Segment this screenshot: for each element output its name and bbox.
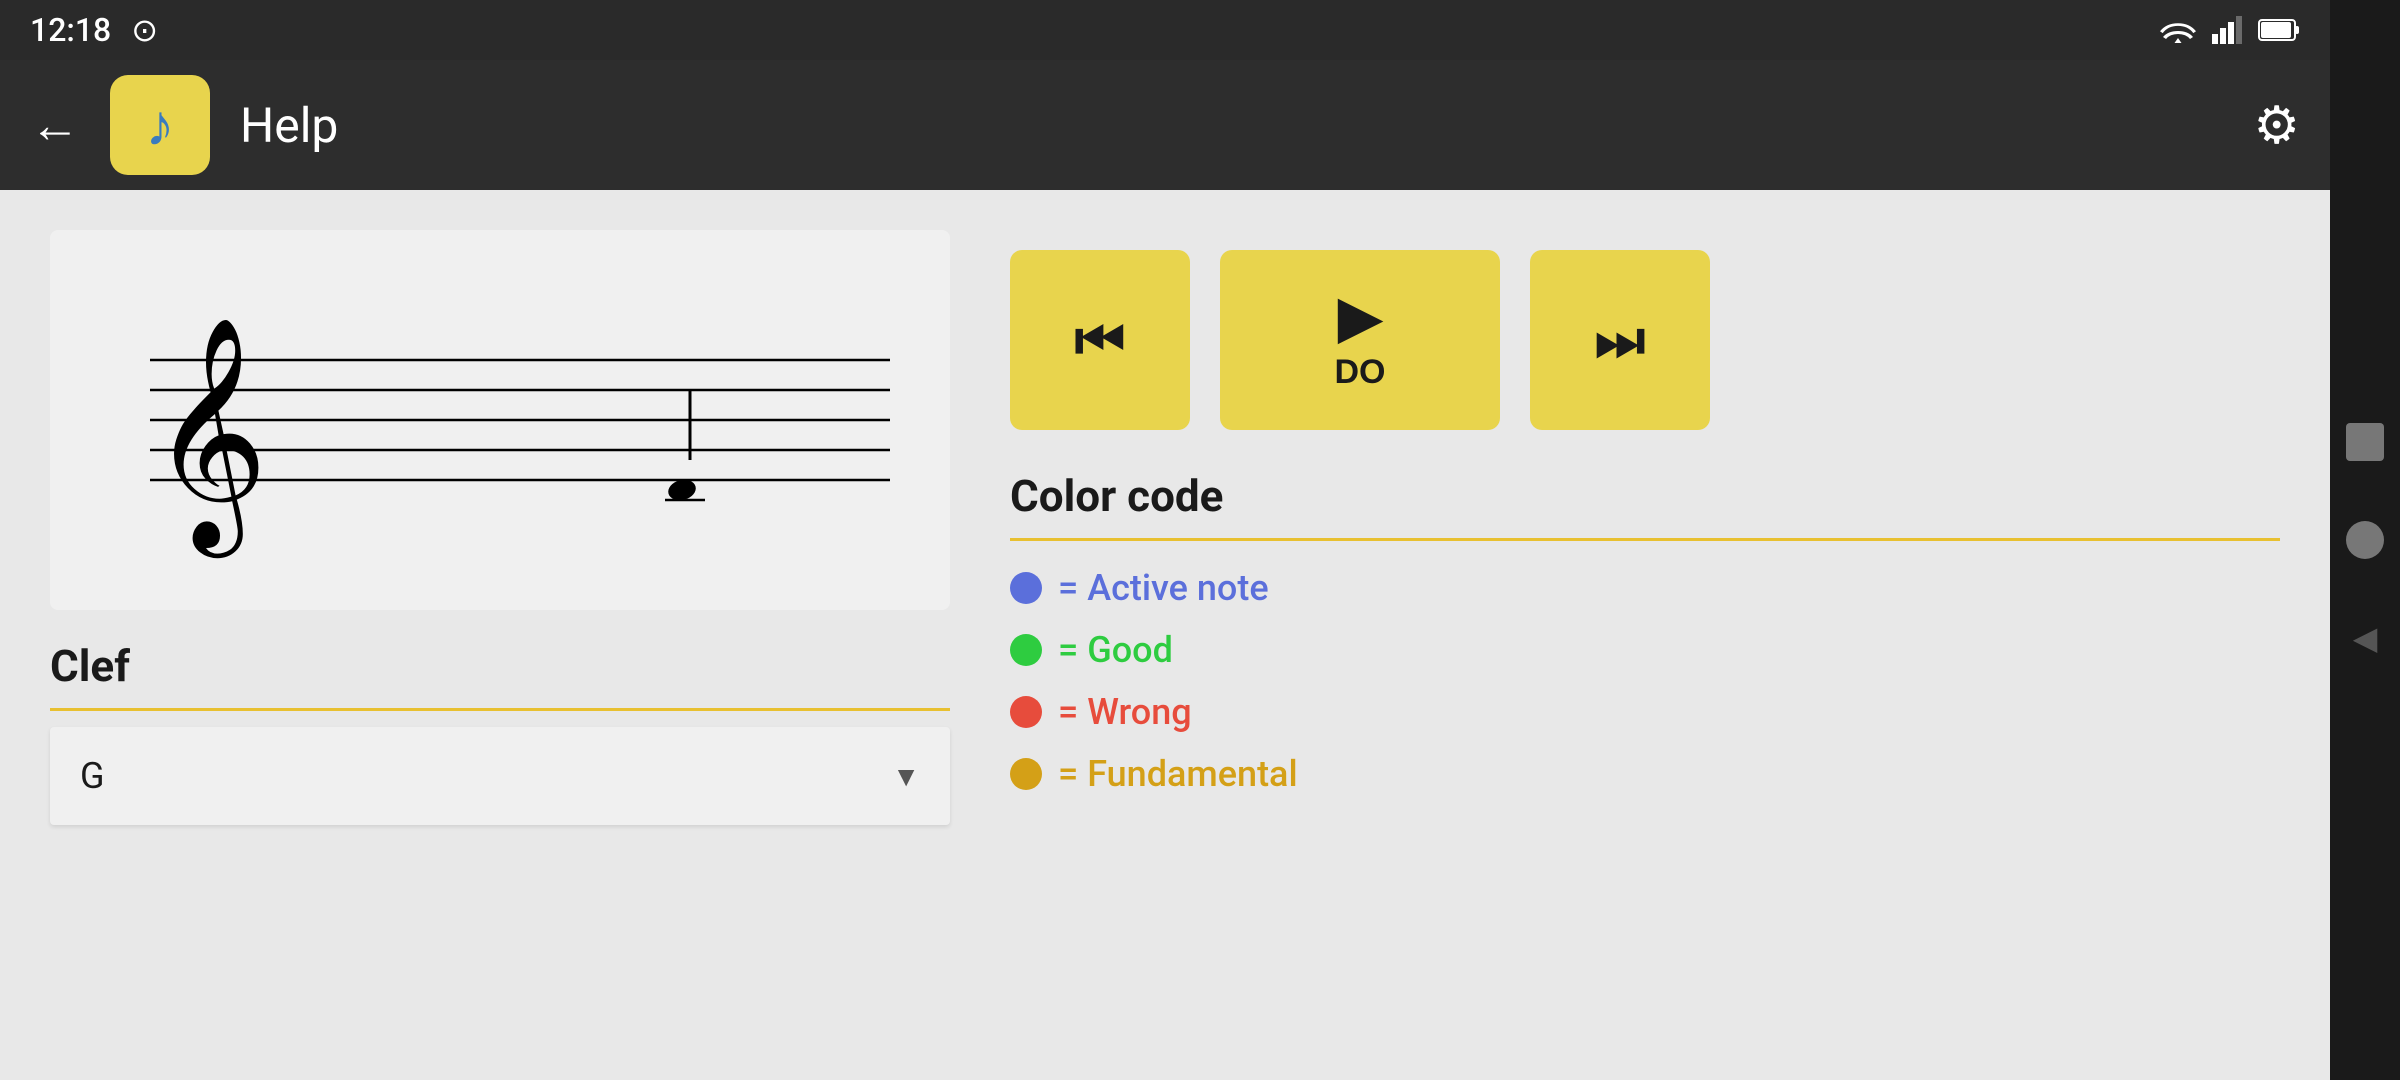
dot-active bbox=[1010, 572, 1042, 604]
color-code-items: = Active note = Good = Wrong = Fundament… bbox=[1010, 557, 2280, 795]
clef-selected-value: G bbox=[80, 755, 105, 797]
play-icon: ▶ bbox=[1338, 289, 1381, 345]
color-code-divider bbox=[1010, 538, 2280, 541]
app-icon: ♪ bbox=[110, 75, 210, 175]
status-badge-icon: ⊙ bbox=[131, 11, 158, 49]
svg-text:𝄞: 𝄞 bbox=[150, 320, 268, 558]
app-bar: ← ♪ Help bbox=[0, 60, 2330, 190]
status-time: 12:18 bbox=[30, 11, 111, 49]
wifi-icon bbox=[2160, 16, 2196, 44]
label-good: = Good bbox=[1058, 629, 1173, 671]
dot-wrong bbox=[1010, 696, 1042, 728]
color-item-active: = Active note bbox=[1010, 567, 2280, 609]
status-left: 12:18 ⊙ bbox=[30, 11, 158, 49]
prev-button[interactable]: ⏮ bbox=[1010, 250, 1190, 430]
label-fundamental: = Fundamental bbox=[1058, 753, 1298, 795]
play-button[interactable]: ▶ DO bbox=[1220, 250, 1500, 430]
play-note-label: DO bbox=[1335, 353, 1386, 392]
dot-fundamental bbox=[1010, 758, 1042, 790]
clef-section-title: Clef bbox=[50, 640, 950, 692]
signal-icon bbox=[2212, 16, 2242, 44]
settings-button[interactable] bbox=[2253, 95, 2300, 156]
dot-good bbox=[1010, 634, 1042, 666]
prev-icon: ⏮ bbox=[1075, 307, 1125, 374]
main-content: 𝄞 Clef G ▼ bbox=[0, 190, 2330, 1080]
battery-icon bbox=[2258, 19, 2300, 41]
status-right bbox=[2160, 16, 2300, 44]
nav-back-button[interactable]: ◀ bbox=[2353, 619, 2378, 657]
next-button[interactable]: ⏭ bbox=[1530, 250, 1710, 430]
playback-controls: ⏮ ▶ DO ⏭ bbox=[1010, 230, 2280, 430]
status-bar: 12:18 ⊙ bbox=[0, 0, 2330, 60]
clef-dropdown[interactable]: G ▼ bbox=[50, 727, 950, 825]
next-icon: ⏭ bbox=[1595, 307, 1645, 374]
back-button[interactable]: ← bbox=[30, 96, 80, 155]
music-staff: 𝄞 bbox=[70, 270, 930, 570]
dropdown-arrow-icon: ▼ bbox=[892, 760, 920, 793]
color-code-title: Color code bbox=[1010, 470, 2280, 522]
left-panel: 𝄞 Clef G ▼ bbox=[50, 230, 950, 1040]
main-screen: 12:18 ⊙ ← bbox=[0, 0, 2330, 1080]
clef-divider bbox=[50, 708, 950, 711]
staff-area: 𝄞 bbox=[50, 230, 950, 610]
nav-square-button[interactable] bbox=[2346, 423, 2384, 461]
clef-section: Clef G ▼ bbox=[50, 640, 950, 825]
right-panel: ⏮ ▶ DO ⏭ Color code = Active note bbox=[1010, 230, 2280, 1040]
color-code-section: Color code = Active note = Good = Wrong bbox=[1010, 470, 2280, 795]
label-active: = Active note bbox=[1058, 567, 1269, 609]
nav-home-button[interactable] bbox=[2346, 521, 2384, 559]
color-item-good: = Good bbox=[1010, 629, 2280, 671]
color-item-wrong: = Wrong bbox=[1010, 691, 2280, 733]
label-wrong: = Wrong bbox=[1058, 691, 1192, 733]
app-bar-title: Help bbox=[240, 97, 338, 154]
color-item-fundamental: = Fundamental bbox=[1010, 753, 2280, 795]
android-nav: ◀ bbox=[2330, 0, 2400, 1080]
